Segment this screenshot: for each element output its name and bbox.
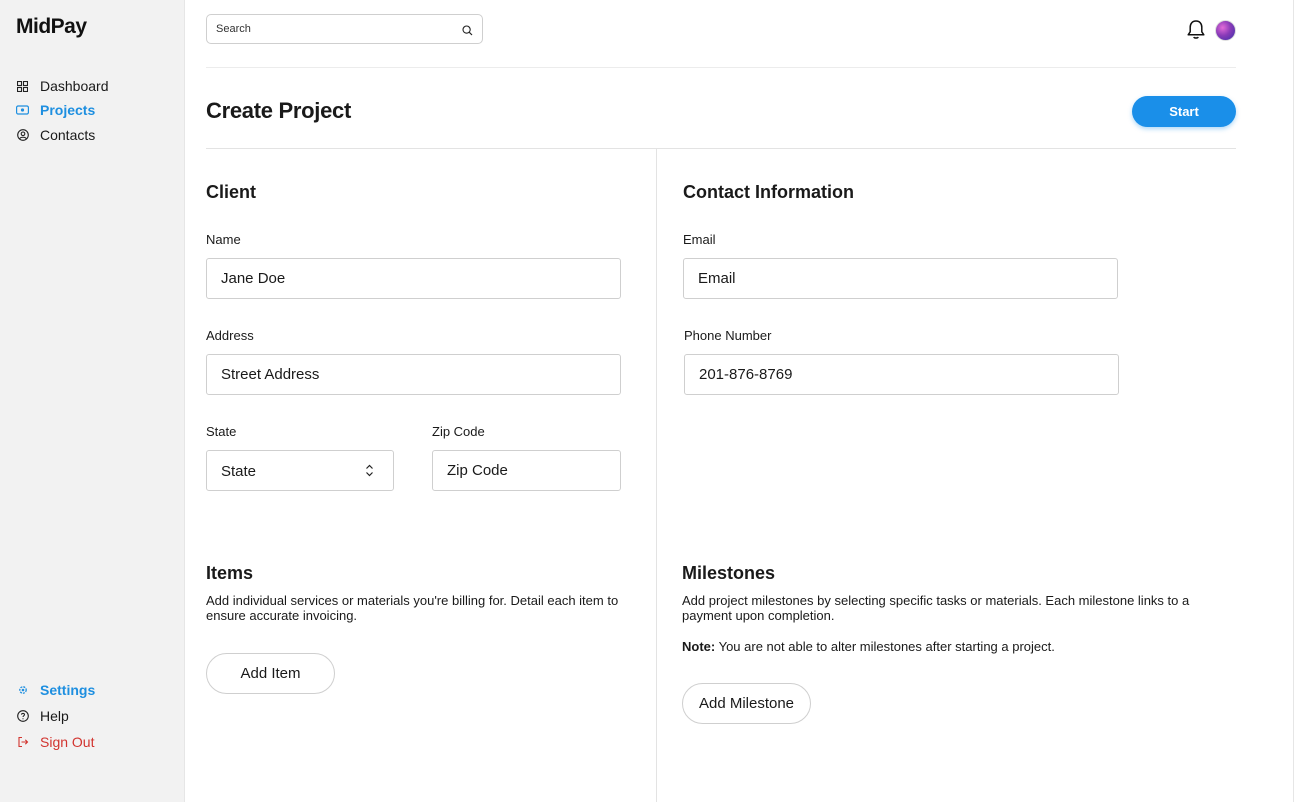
sidebar-item-label: Help (40, 708, 69, 724)
milestones-section-title: Milestones (682, 563, 776, 583)
sidebar-item-dashboard[interactable]: Dashboard (16, 78, 109, 94)
sidebar-item-label: Dashboard (40, 78, 109, 94)
milestones-description: Add project milestones by selecting spec… (682, 593, 1190, 623)
email-field[interactable] (683, 258, 1118, 299)
bell-icon[interactable] (1186, 19, 1206, 46)
phone-field[interactable] (684, 354, 1119, 395)
sidebar-item-settings[interactable]: Settings (16, 682, 95, 698)
user-circle-icon (16, 129, 29, 142)
phone-label: Phone Number (684, 328, 772, 343)
search-icon[interactable] (462, 23, 473, 41)
main-content: Create Project Start Client Name Address… (185, 0, 1294, 802)
search-input[interactable] (216, 23, 456, 35)
sidebar-item-help[interactable]: Help (16, 708, 69, 724)
state-select-value: State (221, 463, 257, 480)
search-box[interactable] (206, 14, 483, 44)
note-label: Note: (682, 639, 716, 654)
state-label: State (206, 424, 237, 439)
items-description: Add individual services or materials you… (206, 593, 619, 623)
chevron-up-down-icon (365, 464, 374, 482)
name-field[interactable] (206, 258, 621, 299)
add-item-button[interactable]: Add Item (206, 653, 335, 694)
question-circle-icon (16, 710, 29, 723)
items-section-title: Items (206, 563, 254, 583)
sidebar-item-label: Projects (40, 102, 96, 118)
avatar[interactable] (1215, 20, 1236, 41)
state-select[interactable]: State (206, 450, 394, 491)
app-logo[interactable]: MidPay (16, 15, 87, 39)
sidebar-item-contacts[interactable]: Contacts (16, 127, 95, 143)
zip-field[interactable] (432, 450, 621, 491)
sidebar-item-sign-out[interactable]: Sign Out (16, 734, 94, 750)
name-input[interactable] (221, 270, 593, 287)
client-section-title: Client (206, 182, 257, 202)
contact-section-title: Contact Information (683, 182, 854, 202)
sidebar-item-label: Sign Out (40, 734, 95, 750)
milestones-note: Note: You are not able to alter mileston… (682, 639, 1222, 654)
divider (206, 148, 1236, 149)
page-title: Create Project (206, 98, 351, 123)
gear-icon (16, 684, 29, 697)
add-milestone-button[interactable]: Add Milestone (682, 683, 811, 724)
grid-icon (16, 80, 29, 93)
phone-input[interactable] (699, 366, 1089, 383)
note-text: You are not able to alter milestones aft… (715, 639, 1055, 654)
column-divider (656, 149, 657, 802)
sidebar-item-label: Contacts (40, 127, 96, 143)
sidebar: MidPay Dashboard Projects Contacts Setti… (0, 0, 185, 802)
zip-input[interactable] (447, 462, 616, 479)
email-label: Email (683, 232, 716, 247)
sign-out-icon (16, 736, 29, 749)
start-button[interactable]: Start (1132, 96, 1236, 127)
ticket-icon (16, 104, 29, 117)
email-input[interactable] (698, 270, 1088, 287)
address-label: Address (206, 328, 254, 343)
address-input[interactable] (221, 366, 593, 383)
address-field[interactable] (206, 354, 621, 395)
divider (206, 67, 1236, 68)
name-label: Name (206, 232, 241, 247)
zip-label: Zip Code (432, 424, 485, 439)
sidebar-item-projects[interactable]: Projects (16, 102, 95, 118)
sidebar-item-label: Settings (40, 682, 96, 698)
